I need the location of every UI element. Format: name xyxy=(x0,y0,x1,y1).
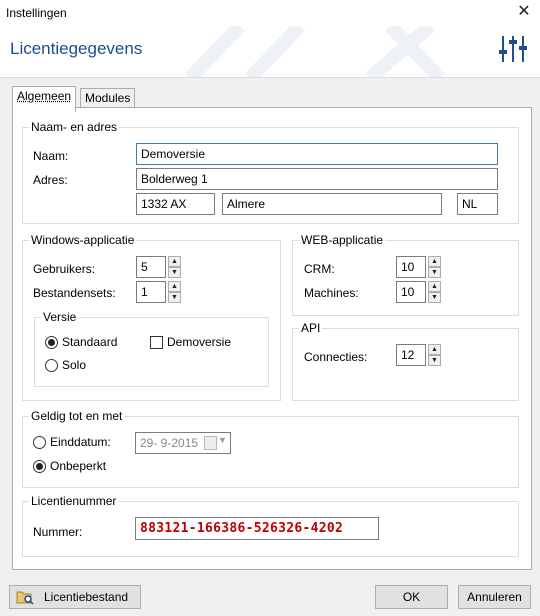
group-legend: Versie xyxy=(41,310,79,324)
calendar-icon xyxy=(204,436,217,450)
filesets-label: Bestandensets: xyxy=(33,286,116,300)
crm-label: CRM: xyxy=(304,262,335,276)
chevron-down-icon: ▼ xyxy=(218,435,227,445)
license-number-input[interactable]: 883121-166386-526326-4202 xyxy=(135,517,379,540)
end-date-value: 29- 9-2015 xyxy=(140,436,199,450)
spin-up-icon[interactable]: ▲ xyxy=(168,256,181,267)
close-icon[interactable]: ✕ xyxy=(515,3,533,21)
machines-input[interactable]: 10 xyxy=(396,281,426,303)
checkbox-demoversie[interactable] xyxy=(150,336,163,349)
connections-input[interactable]: 12 xyxy=(396,344,426,366)
machines-spinner: ▲ ▼ xyxy=(428,281,441,303)
dialog-header: Licentiegegevens xyxy=(0,26,540,78)
group-legend: Windows-applicatie xyxy=(29,233,137,247)
group-legend: WEB-applicatie xyxy=(299,233,386,247)
tab-panel-algemeen: Naam- en adres Naam: Demoversie Adres: B… xyxy=(12,107,532,570)
group-license: Licentienummer Nummer: 883121-166386-526… xyxy=(22,494,519,557)
spin-up-icon[interactable]: ▲ xyxy=(428,281,441,292)
postcode-input[interactable]: 1332 AX xyxy=(136,193,215,215)
country-input[interactable]: NL xyxy=(457,193,498,215)
group-legend: Licentienummer xyxy=(29,494,119,508)
filesets-spinner: ▲ ▼ xyxy=(168,281,181,303)
radio-standaard[interactable] xyxy=(45,336,58,349)
group-legend: Geldig tot en met xyxy=(29,409,125,423)
users-spinner: ▲ ▼ xyxy=(168,256,181,278)
sliders-icon xyxy=(499,36,527,62)
spin-up-icon[interactable]: ▲ xyxy=(428,344,441,355)
spin-down-icon[interactable]: ▼ xyxy=(168,267,181,278)
cancel-button[interactable]: Annuleren xyxy=(458,585,531,609)
group-legend: Naam- en adres xyxy=(29,120,120,134)
name-label: Naam: xyxy=(33,149,69,163)
spin-down-icon[interactable]: ▼ xyxy=(428,267,441,278)
license-file-button[interactable]: Licentiebestand xyxy=(9,585,141,609)
spin-down-icon[interactable]: ▼ xyxy=(168,292,181,303)
spin-up-icon[interactable]: ▲ xyxy=(428,256,441,267)
group-name-address: Naam- en adres Naam: Demoversie Adres: B… xyxy=(22,120,519,224)
radio-onbeperkt[interactable] xyxy=(33,460,46,473)
group-api: API Connecties: 12 ▲ ▼ xyxy=(292,321,519,401)
license-file-label: Licentiebestand xyxy=(44,590,129,604)
spin-down-icon[interactable]: ▼ xyxy=(428,355,441,366)
users-input[interactable]: 5 xyxy=(136,256,166,278)
background-decoration xyxy=(184,26,446,77)
group-windows-app: Windows-applicatie Gebruikers: 5 ▲ ▼ Bes… xyxy=(22,233,281,401)
radio-solo-label: Solo xyxy=(62,358,87,372)
spin-down-icon[interactable]: ▼ xyxy=(428,292,441,303)
filesets-input[interactable]: 1 xyxy=(136,281,166,303)
window-title: Instellingen xyxy=(6,6,67,20)
group-valid-until: Geldig tot en met Einddatum: 29- 9-2015 … xyxy=(22,409,519,488)
radio-standaard-label: Standaard xyxy=(62,335,118,349)
connections-label: Connecties: xyxy=(304,350,368,364)
city-input[interactable]: Almere xyxy=(222,193,442,215)
radio-einddatum-label: Einddatum: xyxy=(50,435,111,449)
radio-einddatum[interactable] xyxy=(33,436,46,449)
name-input[interactable]: Demoversie xyxy=(136,143,498,165)
radio-onbeperkt-label: Onbeperkt xyxy=(50,459,107,473)
checkbox-demoversie-label: Demoversie xyxy=(167,335,232,349)
license-number-label: Nummer: xyxy=(33,525,83,539)
crm-spinner: ▲ ▼ xyxy=(428,256,441,278)
end-date-picker[interactable]: 29- 9-2015 ▼ xyxy=(135,432,231,454)
folder-search-icon xyxy=(16,591,34,605)
group-legend: API xyxy=(299,321,323,335)
group-version: Versie Standaard Solo Demoversie xyxy=(34,310,269,387)
title-bar: Instellingen ✕ xyxy=(0,0,540,26)
ok-button[interactable]: OK xyxy=(375,585,448,609)
tab-label: Modules xyxy=(85,91,131,105)
users-label: Gebruikers: xyxy=(33,262,96,276)
tab-modules[interactable]: Modules xyxy=(80,88,136,107)
page-title: Licentiegegevens xyxy=(10,39,143,58)
street-input[interactable]: Bolderweg 1 xyxy=(136,168,498,190)
crm-input[interactable]: 10 xyxy=(396,256,426,278)
radio-solo[interactable] xyxy=(45,359,58,372)
tab-label: Algemeen xyxy=(17,89,72,103)
tab-algemeen[interactable]: Algemeen xyxy=(12,86,77,112)
machines-label: Machines: xyxy=(304,286,359,300)
address-label: Adres: xyxy=(33,173,68,187)
connections-spinner: ▲ ▼ xyxy=(428,344,441,366)
group-web-app: WEB-applicatie CRM: 10 ▲ ▼ Machines: 10 … xyxy=(292,233,519,316)
spin-up-icon[interactable]: ▲ xyxy=(168,281,181,292)
